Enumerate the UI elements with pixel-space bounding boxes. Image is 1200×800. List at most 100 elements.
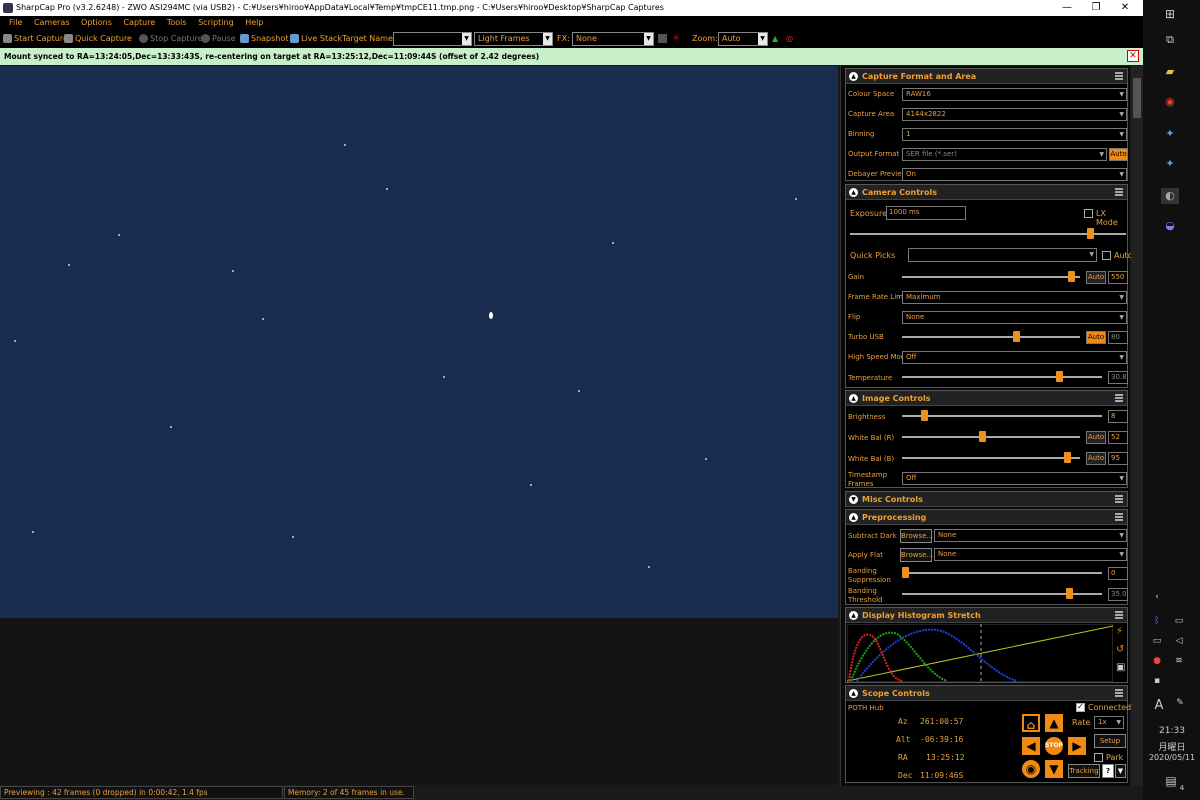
wb-red-auto-button[interactable]: Auto — [1086, 431, 1106, 444]
menu-icon[interactable] — [1115, 611, 1123, 619]
tracking-button[interactable]: Tracking — [1068, 764, 1100, 778]
stop-capture-button[interactable]: Stop Capture — [139, 30, 203, 48]
exposure-slider-knob[interactable] — [1087, 228, 1094, 239]
flip-select[interactable]: None ▼ — [902, 311, 1127, 324]
bluetooth-icon[interactable]: ᛒ — [1151, 616, 1163, 626]
slew-home-icon[interactable]: ⌂ — [1022, 714, 1040, 732]
turbo-usb-value[interactable]: 80 — [1108, 331, 1128, 344]
usb-icon[interactable]: ▭ — [1173, 616, 1185, 626]
section-header[interactable]: ▲ Display Histogram Stretch — [846, 608, 1127, 623]
gain-slider-knob[interactable] — [1068, 271, 1075, 282]
park-checkbox[interactable] — [1094, 753, 1103, 762]
menu-icon[interactable] — [1115, 513, 1123, 521]
menu-icon[interactable] — [1115, 495, 1123, 503]
menu-cameras[interactable]: Cameras — [34, 18, 70, 27]
timestamp-select[interactable]: Off ▼ — [902, 472, 1127, 485]
chevron-up-icon[interactable]: ‹ — [1151, 592, 1163, 602]
turbo-usb-slider[interactable] — [902, 331, 1080, 342]
banding-threshold-slider-knob[interactable] — [1066, 588, 1073, 599]
wb-red-value[interactable]: 52 — [1108, 431, 1128, 444]
wb-blue-slider[interactable] — [902, 452, 1080, 463]
collapse-icon[interactable]: ▲ — [849, 689, 858, 698]
banding-suppression-slider[interactable] — [902, 567, 1102, 578]
menu-icon[interactable] — [1115, 188, 1123, 196]
chrome-icon[interactable]: ◉ — [1161, 94, 1179, 110]
wb-red-slider[interactable] — [902, 431, 1080, 442]
sharpcap-icon[interactable]: ✦ — [1161, 156, 1179, 172]
maximize-button[interactable]: ❐ — [1082, 0, 1110, 16]
file-explorer-icon[interactable]: ▰ — [1161, 64, 1179, 80]
section-header[interactable]: ▲ Preprocessing — [846, 510, 1127, 525]
lx-mode-checkbox[interactable] — [1084, 209, 1093, 218]
high-speed-select[interactable]: Off ▼ — [902, 351, 1127, 364]
subtract-dark-select[interactable]: None ▼ — [934, 529, 1127, 542]
minimize-button[interactable]: — — [1053, 0, 1081, 16]
banding-threshold-slider[interactable] — [902, 588, 1102, 599]
histogram-icon[interactable]: ▲ — [772, 30, 778, 48]
collapse-icon[interactable]: ▲ — [849, 394, 858, 403]
start-capture-button[interactable]: Start Capture — [3, 30, 68, 48]
exposure-input[interactable]: 1000 ms — [886, 206, 966, 220]
target-name-combo[interactable]: ▼ — [393, 32, 472, 46]
scrollbar-thumb[interactable] — [1133, 78, 1141, 118]
section-header[interactable]: ▲ Scope Controls — [846, 686, 1127, 701]
expand-icon[interactable]: ▼ — [849, 495, 858, 504]
subtract-dark-browse-button[interactable]: Browse... — [900, 529, 933, 543]
help-button[interactable]: ? — [1102, 764, 1114, 778]
menu-icon[interactable] — [1115, 394, 1123, 402]
focus-assist-icon[interactable]: ◎ — [786, 30, 793, 48]
quick-picks-select[interactable]: ▼ — [908, 248, 1097, 262]
wb-blue-slider-knob[interactable] — [1064, 452, 1071, 463]
binning-select[interactable]: 1 ▼ — [902, 128, 1127, 141]
menu-file[interactable]: File — [9, 18, 22, 27]
zoom-combo[interactable]: Auto ▼ — [718, 32, 768, 46]
quick-picks-auto-checkbox[interactable] — [1102, 251, 1111, 260]
gain-auto-button[interactable]: Auto — [1086, 271, 1106, 284]
gain-slider[interactable] — [902, 271, 1080, 282]
connected-checkbox[interactable] — [1076, 702, 1085, 712]
debayer-select[interactable]: On ▼ — [902, 168, 1127, 181]
menu-help[interactable]: Help — [245, 18, 263, 27]
keyboard-icon[interactable]: ✎ — [1173, 698, 1187, 708]
menu-capture[interactable]: Capture — [123, 18, 155, 27]
turbo-usb-slider-knob[interactable] — [1013, 331, 1020, 342]
brightness-slider[interactable] — [902, 410, 1102, 421]
sharpcap-icon[interactable]: ✦ — [1161, 126, 1179, 142]
east-arrow-button[interactable]: ▶ — [1068, 737, 1086, 755]
clock-date[interactable]: 2020/05/11 — [1147, 753, 1197, 762]
wb-red-slider-knob[interactable] — [979, 431, 986, 442]
collapse-icon[interactable]: ▲ — [849, 188, 858, 197]
collapse-icon[interactable]: ▲ — [849, 611, 858, 620]
reset-icon[interactable]: ↺ — [1116, 644, 1124, 655]
banding-suppression-slider-knob[interactable] — [902, 567, 909, 578]
frame-type-combo[interactable]: Light Frames ▼ — [474, 32, 553, 46]
section-header[interactable]: ▲ Image Controls — [846, 391, 1127, 406]
section-header[interactable]: ▲ Capture Format and Area — [846, 69, 1127, 84]
stop-button[interactable]: STOP — [1045, 737, 1063, 755]
south-arrow-button[interactable]: ▼ — [1045, 760, 1063, 778]
wb-blue-auto-button[interactable]: Auto — [1086, 452, 1106, 465]
app-icon[interactable]: ◒ — [1161, 218, 1179, 234]
apply-flat-select[interactable]: None ▼ — [934, 548, 1127, 561]
rate-select[interactable]: 1x ▼ — [1094, 716, 1124, 729]
output-auto-button[interactable]: Auto — [1109, 148, 1128, 161]
brightness-slider-knob[interactable] — [921, 410, 928, 421]
chevron-down-icon[interactable]: ▼ — [1115, 764, 1126, 778]
battery-icon[interactable]: ▭ — [1151, 636, 1163, 646]
close-icon[interactable]: ✕ — [1127, 50, 1139, 62]
live-stack-button[interactable]: Live Stack — [290, 30, 342, 48]
turbo-usb-auto-button[interactable]: Auto — [1086, 331, 1106, 344]
snapshot-button[interactable]: Snapshot — [240, 30, 288, 48]
menu-tools[interactable]: Tools — [167, 18, 187, 27]
app-tray-icon[interactable]: ▪ — [1151, 676, 1163, 686]
histogram-graph[interactable] — [847, 624, 1113, 682]
gain-value[interactable]: 550 — [1108, 271, 1128, 284]
quick-capture-button[interactable]: Quick Capture — [64, 30, 132, 48]
menu-icon[interactable] — [1115, 72, 1123, 80]
task-view-icon[interactable]: ⧉ — [1161, 32, 1179, 48]
security-icon[interactable]: ● — [1151, 656, 1163, 666]
apply-flat-browse-button[interactable]: Browse... — [900, 548, 933, 562]
fx-combo[interactable]: None ▼ — [572, 32, 654, 46]
auto-stretch-icon[interactable]: ⚡ — [1116, 626, 1123, 637]
target-icon[interactable]: ◉ — [1022, 760, 1040, 778]
